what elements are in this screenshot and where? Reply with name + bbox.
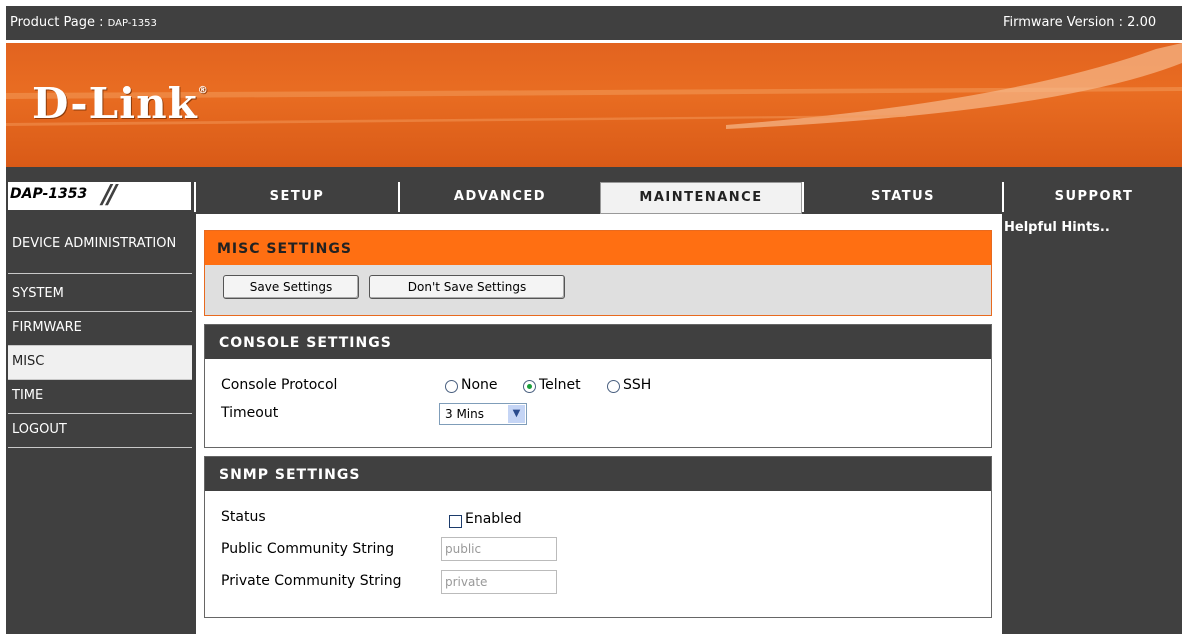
radio-none-label: None [461, 377, 498, 393]
radio-telnet-label: Telnet [539, 377, 581, 393]
main-nav: DAP-1353 // SETUP ADVANCED MAINTENANCE S… [6, 173, 1182, 214]
public-community-label: Public Community String [221, 541, 395, 557]
timeout-select[interactable]: 3 Mins ▼ [439, 403, 527, 425]
snmp-settings-title: SNMP SETTINGS [205, 457, 991, 491]
snmp-settings-panel: SNMP SETTINGS Status Enabled Public Comm… [204, 456, 992, 618]
tab-advanced[interactable]: ADVANCED [398, 182, 600, 212]
misc-settings-title: MISC SETTINGS [205, 231, 991, 265]
timeout-label: Timeout [221, 405, 279, 421]
radio-telnet[interactable] [523, 380, 536, 393]
sidebar: DEVICE ADMINISTRATION SYSTEM FIRMWARE MI… [6, 214, 194, 634]
brand-banner: D-Link® [6, 43, 1182, 167]
product-label-text: Product Page : [10, 15, 108, 30]
sidebar-item-logout[interactable]: LOGOUT [8, 414, 192, 448]
product-page-label: Product Page : DAP-1353 [10, 15, 157, 30]
model-badge: DAP-1353 // [8, 180, 191, 210]
misc-settings-panel: MISC SETTINGS Save Settings Don't Save S… [204, 230, 992, 316]
radio-none[interactable] [445, 380, 458, 393]
firmware-version: Firmware Version : 2.00 [1003, 15, 1157, 30]
radio-ssh[interactable] [607, 380, 620, 393]
tab-status[interactable]: STATUS [802, 182, 1002, 212]
console-settings-title: CONSOLE SETTINGS [205, 325, 991, 359]
tab-support[interactable]: SUPPORT [1002, 182, 1182, 212]
sidebar-item-firmware[interactable]: FIRMWARE [8, 312, 192, 346]
product-model: DAP-1353 [107, 18, 157, 29]
helpful-hints-panel: Helpful Hints.. [1002, 214, 1182, 634]
console-settings-panel: CONSOLE SETTINGS Console Protocol None T… [204, 324, 992, 448]
dont-save-settings-button[interactable]: Don't Save Settings [369, 275, 565, 299]
sidebar-item-system[interactable]: SYSTEM [8, 278, 192, 312]
timeout-value: 3 Mins [445, 407, 484, 421]
trademark-mark: ® [197, 85, 209, 96]
public-community-input[interactable]: public [441, 537, 557, 561]
logo-text: D-Link [32, 79, 198, 128]
helpful-hints-title: Helpful Hints.. [1004, 220, 1110, 235]
private-community-input[interactable]: private [441, 570, 557, 594]
dlink-logo: D-Link® [32, 79, 209, 128]
tab-maintenance[interactable]: MAINTENANCE [600, 182, 802, 214]
snmp-enabled-label: Enabled [465, 511, 522, 527]
console-protocol-label: Console Protocol [221, 377, 338, 393]
snmp-enabled-checkbox[interactable] [449, 515, 462, 528]
top-bar: Product Page : DAP-1353 Firmware Version… [6, 6, 1182, 40]
sidebar-item-device-administration[interactable]: DEVICE ADMINISTRATION [8, 230, 192, 274]
sidebar-item-time[interactable]: TIME [8, 380, 192, 414]
model-badge-slashes: // [102, 180, 117, 210]
save-settings-button[interactable]: Save Settings [223, 275, 359, 299]
sidebar-item-misc[interactable]: MISC [8, 346, 192, 380]
chevron-down-icon[interactable]: ▼ [508, 405, 525, 423]
page-frame: Product Page : DAP-1353 Firmware Version… [6, 6, 1182, 634]
radio-ssh-label: SSH [623, 377, 652, 393]
snmp-status-label: Status [221, 509, 266, 525]
model-badge-label: DAP-1353 [10, 186, 88, 202]
main-content: MISC SETTINGS Save Settings Don't Save S… [196, 214, 1002, 634]
private-community-label: Private Community String [221, 573, 402, 589]
tab-setup[interactable]: SETUP [194, 182, 398, 212]
